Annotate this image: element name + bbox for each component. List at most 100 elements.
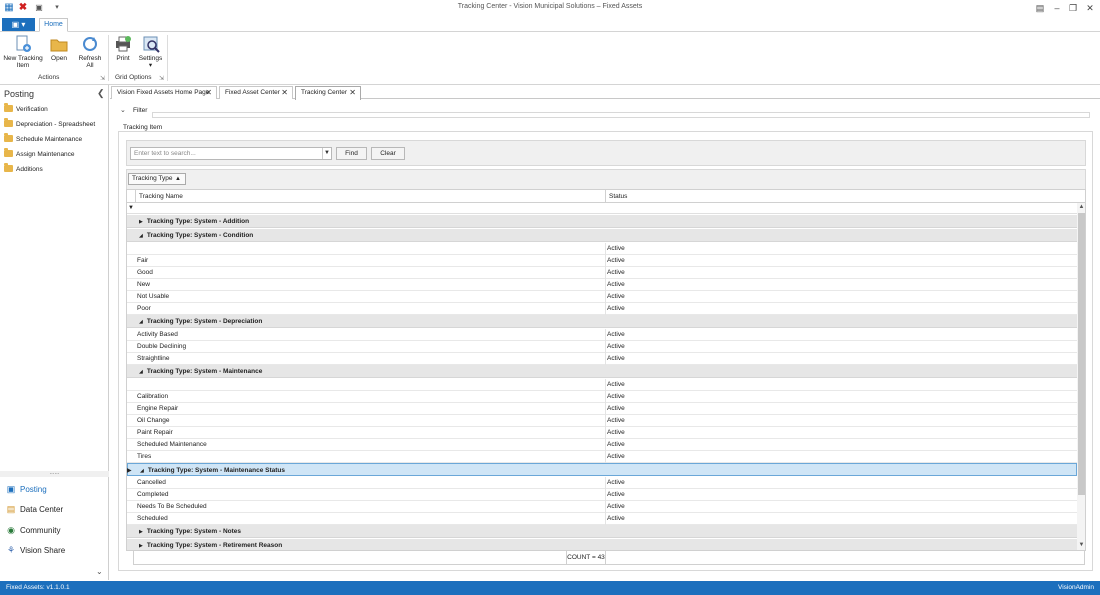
folder-icon xyxy=(4,148,13,157)
cell-tracking-name: Scheduled xyxy=(137,515,168,522)
cell-tracking-name: Completed xyxy=(137,491,169,498)
expand-group-icon[interactable]: ▶ xyxy=(139,543,143,549)
nav-section-data-center[interactable]: ▤ Data Center xyxy=(6,501,63,517)
group-row[interactable]: ▶ Tracking Type: System - Notes xyxy=(127,525,1077,538)
tab-vision-fixed-assets-home-page[interactable]: Vision Fixed Assets Home Page ✕ xyxy=(111,86,217,99)
expand-group-icon[interactable]: ▶ xyxy=(139,219,143,225)
table-row[interactable]: Scheduled Maintenance Active xyxy=(127,439,1077,451)
collapse-group-icon[interactable]: ◢ xyxy=(139,369,143,375)
table-row[interactable]: Scheduled Active xyxy=(127,513,1077,525)
cell-status: Active xyxy=(607,429,625,436)
vertical-scrollbar[interactable]: ▲ ▼ xyxy=(1077,203,1085,550)
settings-button[interactable]: Settings ▾ xyxy=(137,35,164,69)
scrollbar-thumb[interactable] xyxy=(1078,213,1085,495)
auto-filter-row[interactable] xyxy=(127,203,1085,214)
group-row[interactable]: ◢ Tracking Type: System - Maintenance Sta… xyxy=(127,463,1077,476)
column-divider xyxy=(605,513,606,525)
filter-section[interactable]: ⌄ Filter xyxy=(118,106,1093,118)
nav-item-verification[interactable]: Verification xyxy=(4,103,48,116)
restore-button[interactable]: ❐ xyxy=(1066,2,1080,14)
nav-section-vision-share[interactable]: ⚘ Vision Share xyxy=(6,542,65,558)
group-row[interactable]: ◢ Tracking Type: System - Depreciation xyxy=(127,315,1077,328)
group-row[interactable]: ▶ Tracking Type: System - Addition xyxy=(127,215,1077,228)
minimize-button[interactable]: – xyxy=(1050,2,1064,14)
table-row[interactable]: Engine Repair Active xyxy=(127,403,1077,415)
filter-collapsed-bar xyxy=(152,112,1090,118)
table-row[interactable]: Active xyxy=(127,243,1077,255)
table-row[interactable]: Paint Repair Active xyxy=(127,427,1077,439)
collapse-pane-icon[interactable]: ❮ xyxy=(97,88,105,99)
file-menu-button[interactable]: ▣ ▾ xyxy=(2,18,35,31)
group-row[interactable]: ◢ Tracking Type: System - Condition xyxy=(127,229,1077,242)
column-header-status[interactable]: Status xyxy=(605,190,1077,203)
table-row[interactable]: Not Usable Active xyxy=(127,291,1077,303)
nav-overflow-chevron-icon[interactable]: ⌄ xyxy=(96,567,103,576)
filter-row-indicator-icon: ▼ xyxy=(128,205,134,211)
table-row[interactable]: Poor Active xyxy=(127,303,1077,315)
tab-fixed-asset-center[interactable]: Fixed Asset Center ✕ xyxy=(219,86,293,99)
close-tab-icon[interactable]: ✕ xyxy=(205,87,212,99)
tracking-grid: Tracking Name Status ▶ Tracking Type: Sys… xyxy=(126,189,1086,551)
nav-item-schedule-maintenance[interactable]: Schedule Maintenance xyxy=(4,133,82,146)
scroll-down-icon[interactable]: ▼ xyxy=(1077,541,1085,550)
help-icon[interactable]: ▤ xyxy=(1033,2,1047,14)
collapse-group-icon[interactable]: ◢ xyxy=(139,233,143,239)
clear-button[interactable]: Clear xyxy=(371,147,405,160)
open-button[interactable]: Open xyxy=(47,35,71,62)
cell-status: Active xyxy=(607,245,625,252)
search-input[interactable]: Enter text to search... xyxy=(130,147,332,160)
nav-splitter[interactable]: ...... xyxy=(0,470,109,477)
scroll-up-icon[interactable]: ▲ xyxy=(1077,203,1085,212)
expand-filter-chevron-icon[interactable]: ⌄ xyxy=(120,106,126,114)
table-row[interactable]: New Active xyxy=(127,279,1077,291)
cell-tracking-name: Calibration xyxy=(137,393,169,400)
actions-launcher-icon[interactable]: ⇲ xyxy=(100,75,105,82)
close-tab-icon[interactable]: ✕ xyxy=(281,87,288,99)
nav-section-posting[interactable]: ▣ Posting xyxy=(6,481,47,497)
table-row[interactable]: Activity Based Active xyxy=(127,329,1077,341)
refresh-all-button[interactable]: Refresh All xyxy=(77,35,103,69)
nav-item-additions[interactable]: Additions xyxy=(4,163,43,176)
table-row[interactable]: Oil Change Active xyxy=(127,415,1077,427)
collapse-group-icon[interactable]: ◢ xyxy=(140,468,144,474)
group-row-label: Tracking Type: System - Depreciation xyxy=(146,318,263,325)
nav-item-depreciation-spreadsheet[interactable]: Depreciation - Spreadsheet xyxy=(4,118,95,131)
table-row[interactable]: Cancelled Active xyxy=(127,477,1077,489)
expand-group-icon[interactable]: ▶ xyxy=(139,529,143,535)
find-button[interactable]: Find xyxy=(336,147,367,160)
table-row[interactable]: Good Active xyxy=(127,267,1077,279)
cell-tracking-name: Tires xyxy=(137,453,152,460)
cell-tracking-name: Fair xyxy=(137,257,149,264)
close-tab-icon[interactable]: ✕ xyxy=(349,87,356,99)
new-tracking-item-button[interactable]: New Tracking Item xyxy=(3,35,43,69)
cell-status: Active xyxy=(607,417,625,424)
nav-section-community[interactable]: ◉ Community xyxy=(6,522,60,538)
nav-item-assign-maintenance[interactable]: Assign Maintenance xyxy=(4,148,75,161)
close-button[interactable]: ✕ xyxy=(1083,2,1097,14)
cell-status: Active xyxy=(607,405,625,412)
tab-home[interactable]: Home xyxy=(39,18,68,32)
table-row[interactable]: Needs To Be Scheduled Active xyxy=(127,501,1077,513)
table-row[interactable]: Active xyxy=(127,379,1077,391)
table-row[interactable]: Double Declining Active xyxy=(127,341,1077,353)
table-row[interactable]: Straightline Active xyxy=(127,353,1077,365)
nav-pane-title: Posting xyxy=(4,89,35,99)
settings-dropdown-icon[interactable]: ▾ xyxy=(149,62,152,69)
grid-header: Tracking Name Status xyxy=(127,190,1085,203)
group-row[interactable]: ◢ Tracking Type: System - Maintenance xyxy=(127,365,1077,378)
table-row[interactable]: Fair Active xyxy=(127,255,1077,267)
document-tab-bar: Vision Fixed Assets Home Page ✕ Fixed Ass… xyxy=(110,85,1100,100)
table-row[interactable]: Calibration Active xyxy=(127,391,1077,403)
print-button[interactable]: Print xyxy=(112,35,134,62)
column-divider xyxy=(605,427,606,439)
table-row[interactable]: Completed Active xyxy=(127,489,1077,501)
column-header-tracking-name[interactable]: Tracking Name xyxy=(135,190,606,203)
group-by-tracking-type-chip[interactable]: Tracking Type ▲ xyxy=(128,173,186,185)
table-row[interactable]: Tires Active xyxy=(127,451,1077,463)
cell-status: Active xyxy=(607,491,625,498)
tab-tracking-center[interactable]: Tracking Center ✕ xyxy=(295,86,361,100)
grid-options-launcher-icon[interactable]: ⇲ xyxy=(159,75,164,82)
collapse-group-icon[interactable]: ◢ xyxy=(139,319,143,325)
search-dropdown-icon[interactable]: ▼ xyxy=(322,148,331,159)
tracking-item-label: Tracking Item xyxy=(123,124,163,131)
